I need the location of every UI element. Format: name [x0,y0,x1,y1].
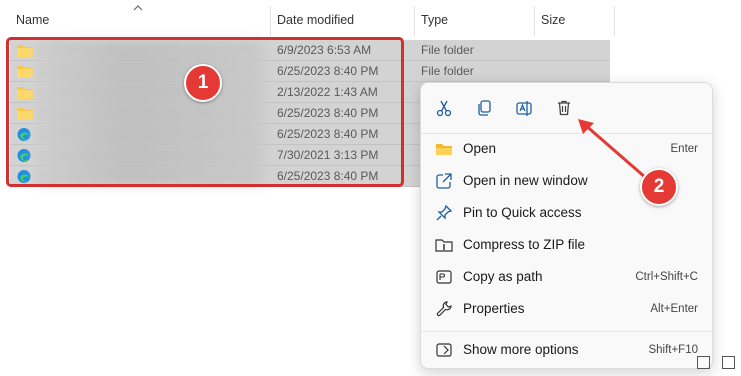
menu-item-shortcut: Ctrl+Shift+C [635,271,698,283]
menu-item-shortcut: Enter [670,143,699,155]
selection-highlight [6,37,404,187]
file-type: File folder [421,43,474,57]
cut-button[interactable] [431,95,457,121]
folder-open-icon [436,144,452,155]
tiles-view-icon[interactable] [722,356,735,369]
menu-item-label: Open in new window [463,173,588,188]
column-date-modified[interactable]: Date modified [271,0,414,34]
scissors-icon [436,100,452,117]
menu-item-label: Pin to Quick access [463,205,582,220]
menu-item-properties[interactable]: Properties Alt+Enter [427,294,706,324]
path-icon [436,270,452,284]
menu-item-label: Copy as path [463,269,543,284]
details-view-icon[interactable] [697,356,710,369]
menu-item-label: Open [463,141,497,156]
menu-item-shortcut: Alt+Enter [650,303,698,315]
step-badge-2: 2 [640,168,678,206]
menu-item-copy-as-path[interactable]: Copy as path Ctrl+Shift+C [427,262,706,292]
column-type[interactable]: Type [415,0,534,34]
column-name[interactable]: Name [10,0,270,34]
step-badge-1: 1 [184,64,222,102]
copy-button[interactable] [471,95,497,121]
column-header: Name Date modified Type Size [0,0,741,36]
menu-item-label: Compress to ZIP file [463,237,586,252]
menu-item-open[interactable]: Open Enter [427,134,706,164]
context-menu: Open Enter Open in new window Pin to Qui… [420,82,713,369]
more-options-icon [436,343,452,357]
column-divider[interactable] [614,6,615,36]
zip-icon [435,239,453,252]
menu-separator [421,331,712,332]
new-window-icon [436,173,452,189]
menu-item-compress-to-zip[interactable]: Compress to ZIP file [427,230,706,260]
menu-item-label: Properties [463,301,525,316]
column-size[interactable]: Size [535,0,614,34]
pin-icon [436,204,453,221]
file-type: File folder [421,64,474,78]
menu-item-label: Show more options [463,342,579,357]
wrench-icon [436,301,452,317]
rename-icon [516,101,532,116]
menu-item-shortcut: Shift+F10 [648,344,698,356]
menu-item-show-more-options[interactable]: Show more options Shift+F10 [427,335,706,365]
copy-icon [478,100,491,116]
rename-button[interactable] [511,95,537,121]
